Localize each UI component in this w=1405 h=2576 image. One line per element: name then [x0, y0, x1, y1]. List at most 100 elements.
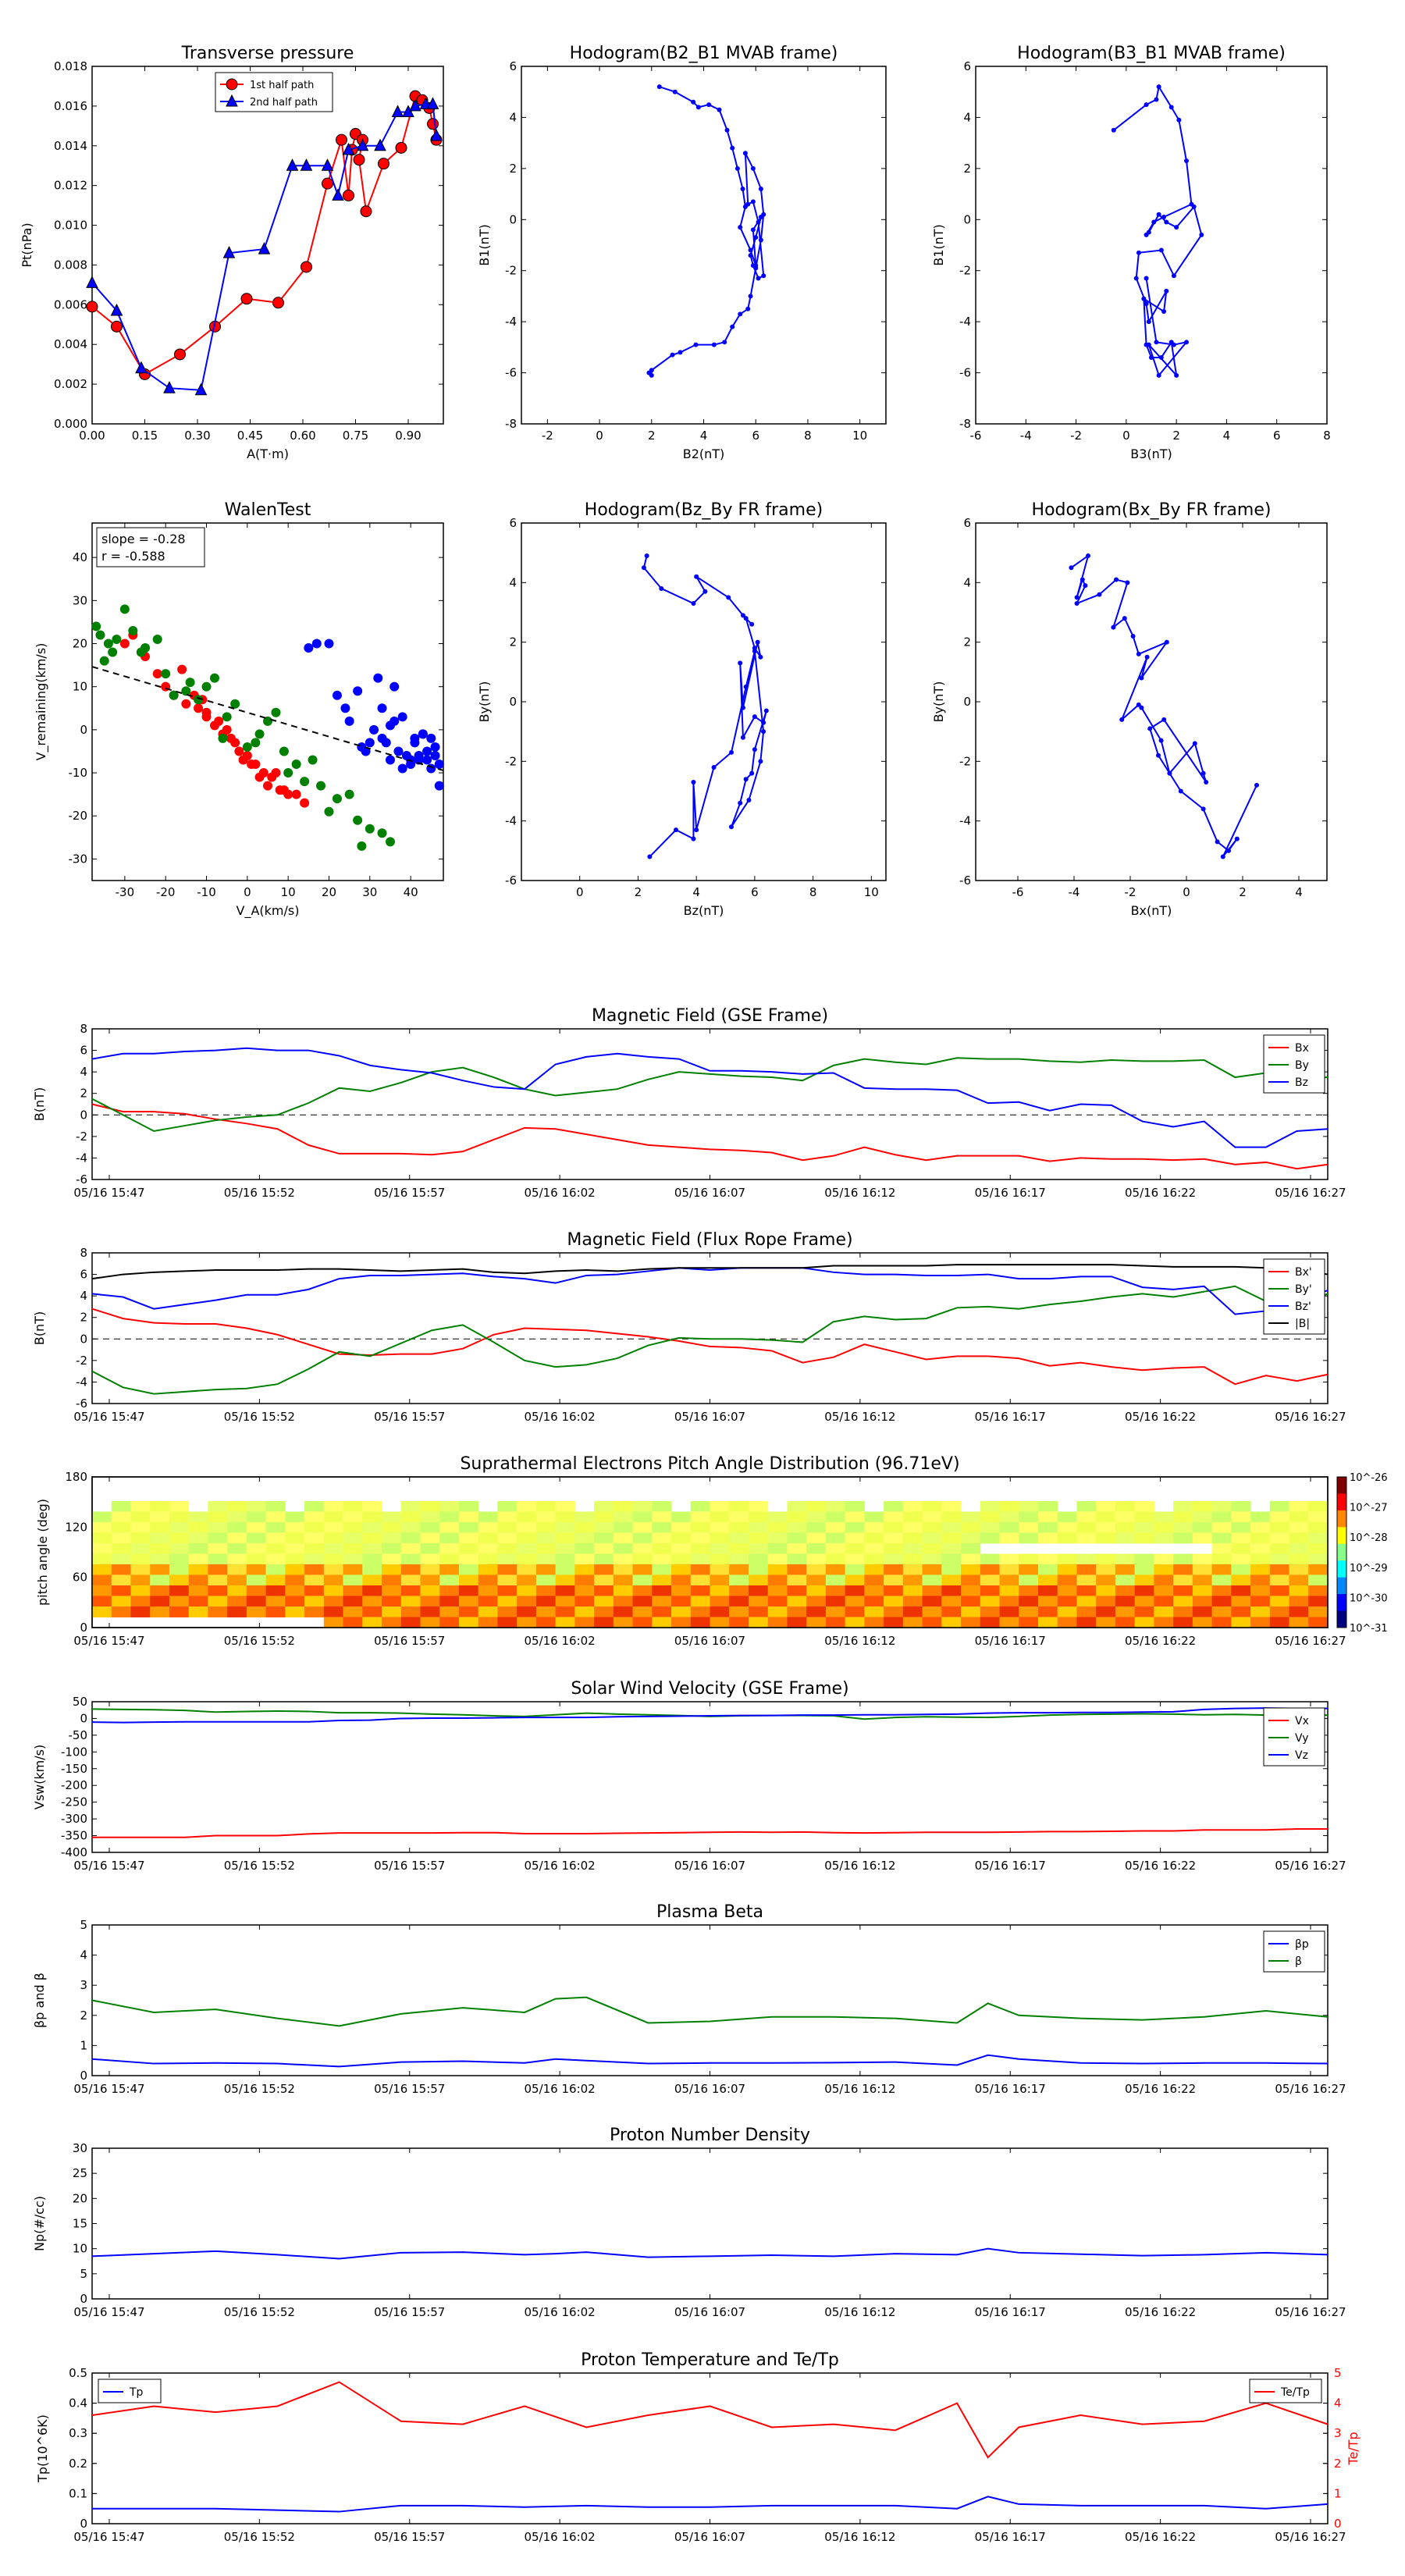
pad-cell — [1037, 1564, 1058, 1575]
pad-cell — [594, 1564, 614, 1575]
pad-colorbar-band — [1337, 1560, 1346, 1578]
h1-series-0-point — [756, 276, 761, 281]
walen-xtick-label: -30 — [116, 885, 135, 899]
pad-cell — [535, 1574, 557, 1586]
pad-cell — [671, 1553, 692, 1565]
h3-series-0-point — [711, 764, 717, 770]
mag_gse-series-0-line — [91, 1103, 1329, 1170]
h4-ytick-label: 2 — [963, 635, 971, 649]
pad-cell — [729, 1596, 749, 1607]
h2-series-0-point — [1156, 212, 1161, 217]
tp-xtick-label: 0.45 — [237, 429, 263, 443]
pad-cell — [632, 1617, 653, 1628]
pad-cell — [652, 1564, 672, 1575]
pad-colorbar-label: 10^-26 — [1350, 1472, 1388, 1484]
pad-ylabel: pitch angle (deg) — [35, 1499, 50, 1606]
h2-frame — [975, 66, 1328, 425]
pad-cell — [111, 1596, 131, 1607]
vsw-ylabel: Vsw(km/s) — [32, 1745, 47, 1809]
walen-series-2-point — [430, 742, 440, 752]
pad-cell — [1037, 1553, 1058, 1565]
pad-cell — [517, 1574, 537, 1586]
mag_gse-legend: Bx By Bz — [1263, 1034, 1325, 1094]
h4-xlabel: Bx(nT) — [1131, 903, 1172, 918]
h1-series-0-point — [738, 225, 743, 230]
h1-series-0-point — [758, 237, 763, 243]
walen-series-1-point — [254, 729, 265, 739]
pad-cell — [1308, 1553, 1329, 1565]
beta-panel: Plasma Beta 0 1 2 3 4 5 05/16 15:47 05/16 15:52 0… — [32, 1902, 1346, 2096]
pad-cell — [535, 1564, 557, 1575]
pad-cell — [767, 1585, 788, 1596]
pad-cell — [1289, 1532, 1309, 1544]
h3-panel: Hodogram(Bz_By FR frame) -6 -4 -2 0 2 4 6 0 2 4 6 8 1… — [477, 500, 887, 918]
pad-cell — [1076, 1617, 1097, 1628]
pad-cell — [208, 1553, 228, 1565]
pad-cell — [1192, 1617, 1213, 1628]
pad-cell — [710, 1564, 730, 1575]
temp-left-legend: Tp — [98, 2379, 162, 2403]
pad-cell — [864, 1564, 884, 1575]
pad-cell — [999, 1574, 1019, 1586]
walen-ytick-label: -30 — [69, 852, 88, 866]
h1-ylabel: B1(nT) — [477, 224, 492, 266]
temp-ytick-label: 0.4 — [69, 2396, 87, 2411]
pad-cell — [613, 1564, 634, 1575]
temp-frame — [91, 2372, 1329, 2524]
tp-ytick-label: 0.006 — [54, 297, 87, 311]
beta-xtick-label: 05/16 16:07 — [674, 2082, 745, 2096]
pad-cell — [323, 1564, 344, 1575]
walen-series-2-point — [397, 712, 407, 722]
pad-cell — [362, 1585, 382, 1596]
pad-cell — [304, 1511, 325, 1523]
h3-series-0-point — [752, 649, 757, 654]
walen-series-1-point — [271, 707, 281, 717]
h1-series-0-point — [672, 89, 678, 94]
pad-cell — [130, 1511, 151, 1523]
h3-series-0-point — [674, 827, 679, 833]
temp-xtick-label: 05/16 16:07 — [674, 2530, 745, 2544]
pad-colorbar-label: 10^-30 — [1350, 1592, 1388, 1604]
pad-cell — [1019, 1564, 1039, 1575]
pad-cell — [1154, 1596, 1174, 1607]
h1-xtick-label: -2 — [542, 429, 553, 443]
walen-ytick-label: 20 — [73, 637, 87, 651]
pad-cell — [941, 1532, 962, 1544]
pad-cell — [594, 1553, 614, 1565]
pad-cell — [710, 1500, 730, 1512]
pad-cell — [961, 1606, 981, 1617]
h3-series-0-point — [749, 621, 755, 627]
walen-series-2-point — [389, 681, 400, 692]
h4-series-0-point — [1122, 616, 1127, 621]
pad-cell — [1250, 1564, 1271, 1575]
walen-xtick-label: 20 — [322, 885, 336, 899]
beta-legend-label: βp — [1295, 1938, 1309, 1951]
beta-xtick-label: 05/16 16:27 — [1275, 2082, 1346, 2096]
pad-cell — [111, 1521, 131, 1533]
h4-series-0-point — [1234, 836, 1240, 841]
tp-series-0-point — [272, 297, 284, 309]
pad-cell — [497, 1617, 518, 1628]
walen-series-1-point — [99, 656, 109, 666]
h1-series-0-point — [706, 102, 712, 108]
pad-cell — [1308, 1521, 1329, 1533]
temp-xtick-label: 05/16 15:52 — [224, 2530, 295, 2544]
pad-cell — [1192, 1521, 1213, 1533]
beta-ytick-label: 0 — [80, 2069, 87, 2083]
pad-cell — [999, 1606, 1019, 1617]
pad-cell — [787, 1585, 807, 1596]
pad-cell — [671, 1617, 692, 1628]
pad-cell — [1115, 1553, 1136, 1565]
h2-xtick-label: -6 — [970, 429, 982, 443]
temp-right-ytick-label: 4 — [1334, 2396, 1342, 2411]
np-xtick-label: 05/16 15:47 — [73, 2305, 144, 2319]
pad-cell — [806, 1606, 827, 1617]
pad-cell — [517, 1542, 537, 1554]
h2-series-0-point — [1176, 117, 1182, 123]
walen-series-2-point — [369, 724, 379, 735]
h1-series-0-point — [753, 265, 759, 271]
pad-cell — [130, 1564, 151, 1575]
pad-cell — [150, 1564, 170, 1575]
pad-cell — [1269, 1606, 1290, 1617]
pad-cell — [285, 1606, 305, 1617]
